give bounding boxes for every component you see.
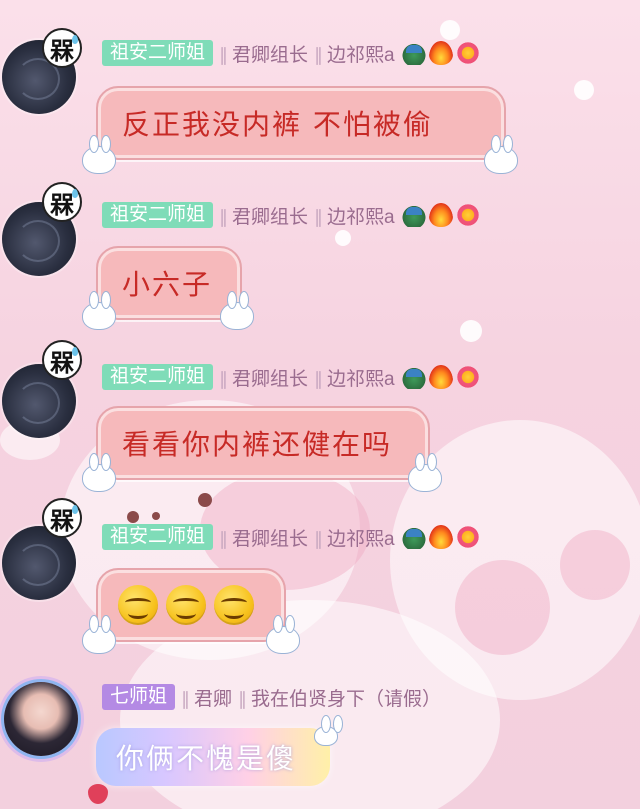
sender-title: ∥ 边祁熙a: [314, 202, 395, 229]
avatar-badge: 槑: [42, 28, 82, 68]
bunny-sticker: [82, 453, 116, 492]
sender-title: ∥ 君卿组长: [219, 364, 308, 391]
divider: ∥: [314, 368, 324, 389]
flower-face-icon: [455, 41, 480, 65]
title-text: 边祁熙a: [327, 368, 395, 390]
message-bubble[interactable]: [96, 568, 286, 642]
title-text: 君卿组长: [232, 44, 309, 66]
avatar-badge-text: 槑: [50, 35, 74, 65]
sender-title: ∥ 君卿: [181, 684, 232, 711]
sender-title: ∥ 我在伯贤身下（请假）: [238, 684, 441, 711]
badge-icons: [399, 203, 480, 227]
divider: ∥: [181, 688, 191, 709]
sender-name-tag[interactable]: 祖安二师姐: [102, 524, 214, 550]
fire-icon: [428, 525, 453, 549]
message-text: 看看你内裤还健在吗: [122, 428, 393, 461]
bunny-sticker: [220, 291, 254, 330]
sender-header: 祖安二师姐 ∥ 君卿组长 ∥ 边祁熙a: [102, 38, 480, 68]
avatar-badge: 槑: [42, 498, 82, 538]
flower-face-icon: [455, 203, 480, 227]
divider: ∥: [219, 528, 229, 549]
avatar[interactable]: [4, 682, 78, 756]
avatar-swirl: [16, 382, 60, 424]
fire-icon: [428, 41, 453, 65]
title-text: 君卿组长: [232, 206, 309, 228]
sender-header: 祖安二师姐 ∥ 君卿组长 ∥ 边祁熙a: [102, 522, 480, 552]
avatar-badge: 槑: [42, 182, 82, 222]
chat-message: 槑 祖安二师姐 ∥ 君卿组长 ∥ 边祁熙a 看看你内裤还健在吗: [0, 340, 640, 512]
smirk-emoji-icon: [166, 585, 206, 625]
bunny-sticker: [314, 715, 343, 746]
title-text: 边祁熙a: [327, 44, 395, 66]
sweat-drop-icon: [72, 347, 78, 356]
bunny-sticker: [82, 615, 116, 654]
badge-icons: [399, 525, 480, 549]
bunny-sticker: [484, 135, 518, 174]
strawberry-icon: [88, 784, 108, 804]
message-bubble[interactable]: 小六子: [96, 246, 242, 320]
flower-face-icon: [455, 525, 480, 549]
sender-header: 七师姐 ∥ 君卿 ∥ 我在伯贤身下（请假）: [102, 682, 441, 712]
bunny-sticker: [408, 453, 442, 492]
divider: ∥: [238, 688, 248, 709]
sweat-drop-icon: [72, 189, 78, 198]
sender-header: 祖安二师姐 ∥ 君卿组长 ∥ 边祁熙a: [102, 200, 480, 230]
avatar-badge: 槑: [42, 340, 82, 380]
dragon-icon: [401, 525, 426, 549]
badge-icons: [399, 365, 480, 389]
message-bubble[interactable]: 看看你内裤还健在吗: [96, 406, 430, 480]
avatar-swirl: [16, 544, 60, 586]
message-text: 你俩不愧是傻: [116, 742, 297, 775]
smirk-emoji-icon: [214, 585, 254, 625]
title-text: 君卿组长: [232, 528, 309, 550]
title-text: 我在伯贤身下（请假）: [251, 688, 442, 710]
avatar-badge-text: 槑: [50, 505, 74, 535]
sweat-drop-icon: [72, 505, 78, 514]
smirk-emoji-icon: [118, 585, 158, 625]
flower-face-icon: [455, 365, 480, 389]
divider: ∥: [219, 44, 229, 65]
avatar-swirl: [16, 220, 60, 262]
fire-icon: [428, 365, 453, 389]
fire-icon: [428, 203, 453, 227]
sender-title: ∥ 边祁熙a: [314, 40, 395, 67]
message-text: 小六子: [122, 268, 213, 301]
sender-title: ∥ 君卿组长: [219, 40, 308, 67]
chat-message: 槑 祖安二师姐 ∥ 君卿组长 ∥ 边祁熙a: [0, 498, 640, 674]
chat-message: 槑 祖安二师姐 ∥ 君卿组长 ∥ 边祁熙a 小六子: [0, 182, 640, 350]
sender-name-tag[interactable]: 七师姐: [102, 684, 176, 710]
title-text: 边祁熙a: [327, 528, 395, 550]
bunny-sticker: [266, 615, 300, 654]
dragon-icon: [401, 365, 426, 389]
divider: ∥: [219, 206, 229, 227]
message-bubble[interactable]: 反正我没内裤 不怕被偷: [96, 86, 506, 160]
message-bubble[interactable]: 你俩不愧是傻: [96, 728, 330, 786]
sender-title: ∥ 边祁熙a: [314, 524, 395, 551]
sender-name-tag[interactable]: 祖安二师姐: [102, 40, 214, 66]
title-text: 边祁熙a: [327, 206, 395, 228]
dragon-icon: [401, 203, 426, 227]
divider: ∥: [219, 368, 229, 389]
sender-header: 祖安二师姐 ∥ 君卿组长 ∥ 边祁熙a: [102, 362, 480, 392]
badge-icons: [399, 41, 480, 65]
avatar-badge-text: 槑: [50, 189, 74, 219]
sweat-drop-icon: [72, 35, 78, 44]
dragon-icon: [401, 41, 426, 65]
divider: ∥: [314, 44, 324, 65]
sender-name-tag[interactable]: 祖安二师姐: [102, 364, 214, 390]
sender-name-tag[interactable]: 祖安二师姐: [102, 202, 214, 228]
sender-title: ∥ 君卿组长: [219, 524, 308, 551]
divider: ∥: [314, 206, 324, 227]
bunny-sticker: [82, 135, 116, 174]
bunny-sticker: [82, 291, 116, 330]
title-text: 君卿组长: [232, 368, 309, 390]
title-text: 君卿: [194, 688, 233, 710]
sender-title: ∥ 君卿组长: [219, 202, 308, 229]
chat-message: 七师姐 ∥ 君卿 ∥ 我在伯贤身下（请假） 你俩不愧是傻: [0, 676, 640, 809]
sender-title: ∥ 边祁熙a: [314, 364, 395, 391]
message-text: 反正我没内裤 不怕被偷: [122, 108, 433, 141]
chat-message: 槑 祖安二师姐 ∥ 君卿组长 ∥ 边祁熙a 反正我没内裤 不怕被偷: [0, 28, 640, 188]
divider: ∥: [314, 528, 324, 549]
avatar-badge-text: 槑: [50, 347, 74, 377]
